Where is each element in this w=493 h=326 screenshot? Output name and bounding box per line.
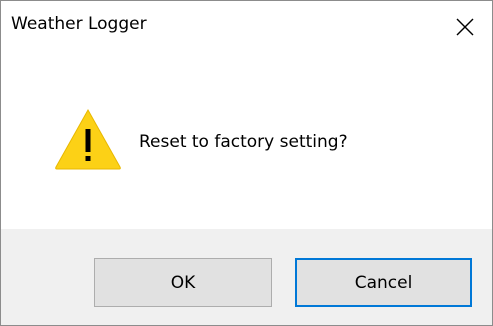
warning-icon bbox=[55, 108, 121, 170]
title-bar[interactable]: Weather Logger bbox=[1, 1, 492, 53]
ok-button[interactable]: OK bbox=[94, 258, 272, 307]
dialog-body: Reset to factory setting? bbox=[1, 53, 492, 229]
window-title: Weather Logger bbox=[11, 14, 147, 34]
button-bar: OK Cancel bbox=[1, 229, 492, 325]
close-icon bbox=[456, 18, 474, 36]
close-button[interactable] bbox=[438, 1, 492, 53]
message-dialog: Weather Logger Reset to factory setting?… bbox=[0, 0, 493, 326]
dialog-message: Reset to factory setting? bbox=[139, 132, 348, 152]
cancel-button[interactable]: Cancel bbox=[295, 258, 472, 307]
